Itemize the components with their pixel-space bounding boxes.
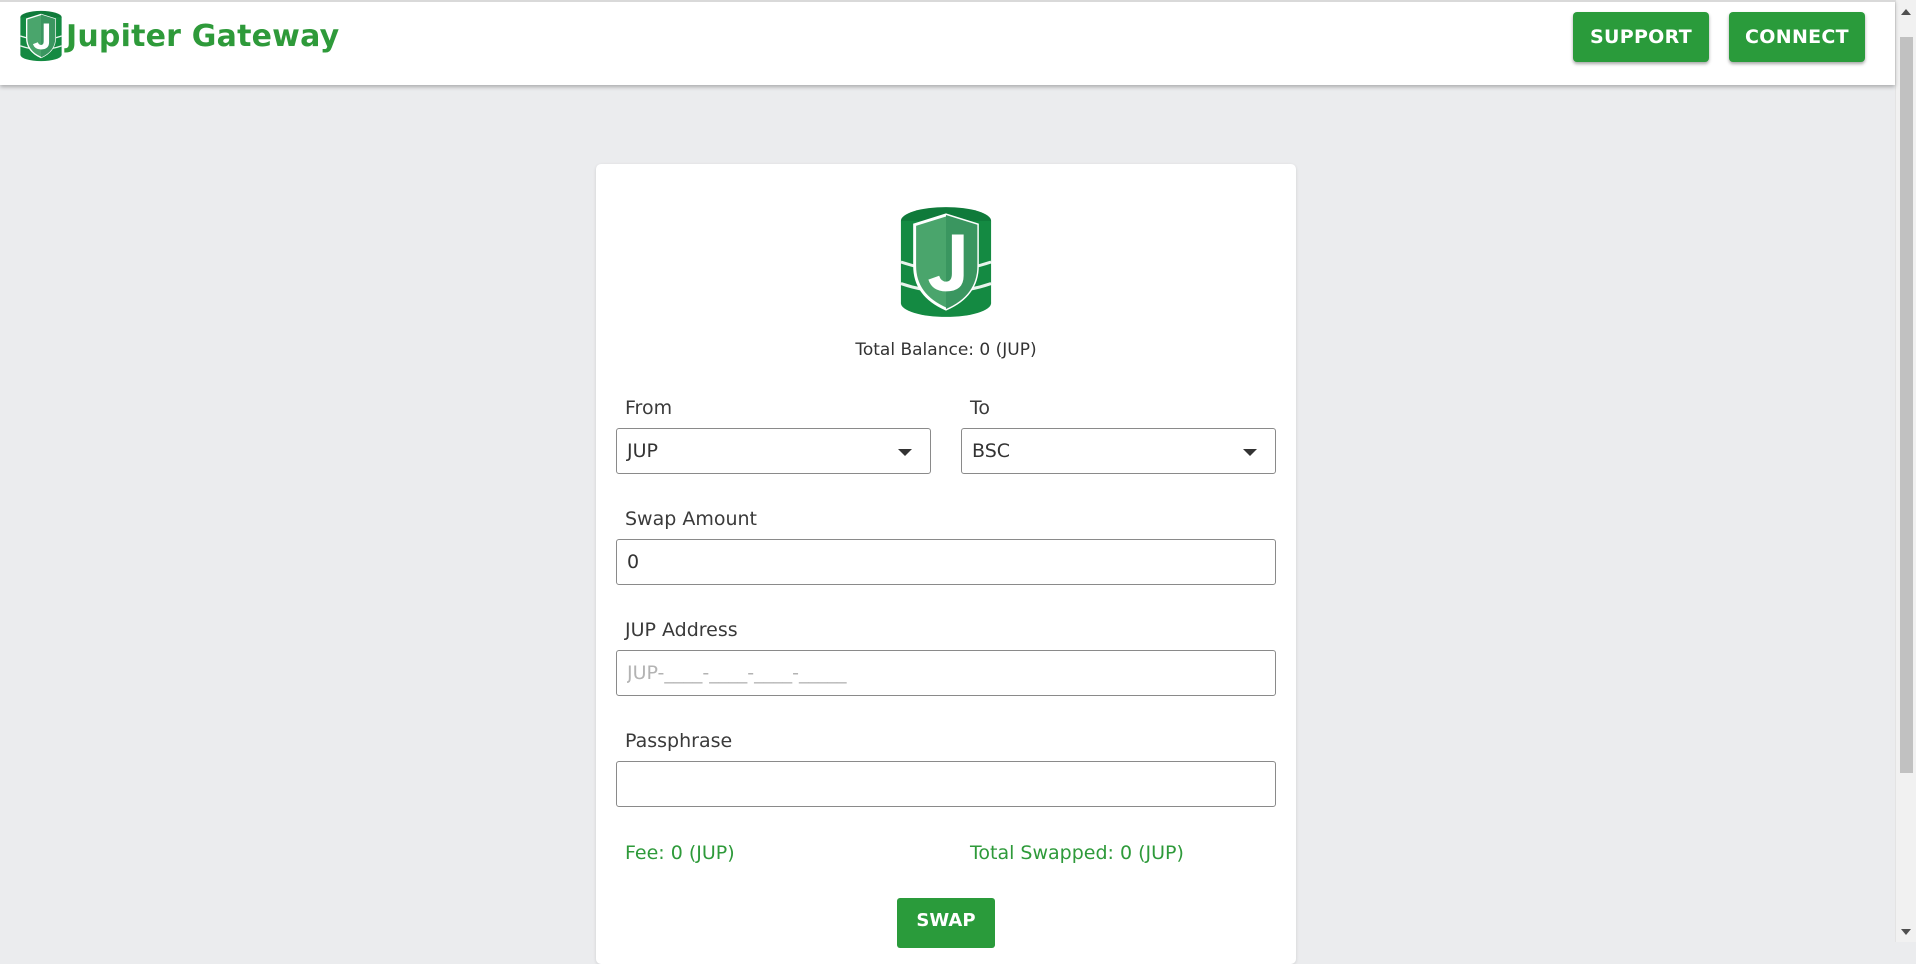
scroll-down-icon[interactable]: [1901, 929, 1911, 935]
vertical-scrollbar[interactable]: [1895, 0, 1916, 942]
to-label: To: [970, 397, 991, 419]
to-select[interactable]: BSC: [961, 428, 1276, 474]
jup-address-label: JUP Address: [625, 619, 738, 641]
from-select-value: JUP: [627, 440, 658, 462]
passphrase-label: Passphrase: [625, 730, 733, 752]
total-swapped-text: Total Swapped: 0 (JUP): [970, 842, 1184, 864]
app-title: Jupiter Gateway: [66, 18, 340, 54]
connect-button[interactable]: CONNECT: [1729, 12, 1865, 62]
scroll-up-icon[interactable]: [1901, 9, 1911, 15]
jupiter-shield-logo-icon: [20, 10, 62, 62]
passphrase-input[interactable]: [616, 761, 1276, 807]
to-select-value: BSC: [972, 440, 1011, 462]
swap-amount-input[interactable]: [616, 539, 1276, 585]
support-button[interactable]: SUPPORT: [1573, 12, 1709, 62]
swap-button[interactable]: SWAP: [897, 898, 995, 948]
swap-card: Total Balance: 0 (JUP) From JUP To BSC S…: [596, 164, 1296, 964]
top-app-bar: Jupiter Gateway SUPPORT CONNECT: [0, 0, 1895, 85]
jup-address-input[interactable]: [616, 650, 1276, 696]
chevron-down-icon: [898, 449, 912, 456]
from-label: From: [625, 397, 673, 419]
swap-amount-label: Swap Amount: [625, 508, 758, 530]
chevron-down-icon: [1243, 449, 1257, 456]
from-select[interactable]: JUP: [616, 428, 931, 474]
jupiter-shield-logo-icon: [900, 207, 992, 317]
fee-text: Fee: 0 (JUP): [625, 842, 735, 864]
total-balance: Total Balance: 0 (JUP): [855, 340, 1037, 360]
scrollbar-thumb[interactable]: [1900, 37, 1913, 773]
brand[interactable]: Jupiter Gateway: [18, 10, 339, 62]
